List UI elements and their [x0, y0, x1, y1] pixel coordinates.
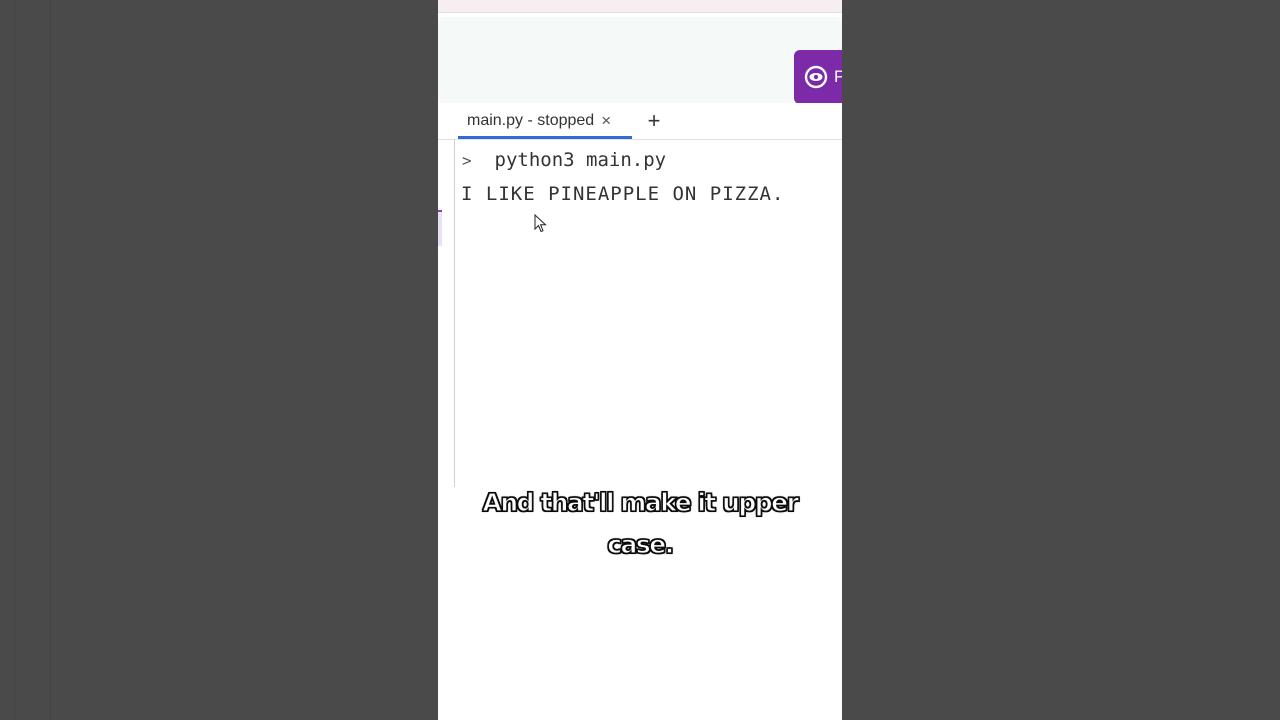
video-caption: And that'll make it upper case. — [438, 482, 842, 566]
tab-label: main.py - stopped — [467, 112, 595, 129]
console-output[interactable]: > python3 main.py I LIKE PINEAPPLE ON PI… — [438, 139, 842, 487]
add-tab-button[interactable]: + — [643, 107, 665, 135]
console-command-line: > python3 main.py — [462, 149, 666, 171]
top-strip — [438, 0, 842, 13]
caption-line-2: case. — [607, 529, 675, 559]
run-button[interactable]: P — [794, 50, 842, 104]
eye-icon — [804, 65, 828, 89]
header-bar: P — [438, 17, 842, 104]
run-button-label: P — [834, 67, 842, 86]
console-output-line: I LIKE PINEAPPLE ON PIZZA. — [461, 183, 785, 205]
caption-line-1: And that'll make it upper — [482, 487, 800, 517]
background-divider — [14, 0, 15, 720]
console-tabs: main.py - stopped × + — [438, 103, 842, 140]
video-frame: P main.py - stopped × + > python3 main.p… — [0, 0, 1280, 720]
console-command: python3 main.py — [494, 149, 667, 171]
background-divider — [50, 0, 51, 720]
mouse-cursor-icon — [534, 214, 547, 233]
close-icon[interactable]: × — [601, 111, 611, 131]
replit-panel: P main.py - stopped × + > python3 main.p… — [438, 0, 842, 720]
prompt-icon: > — [462, 151, 472, 170]
tab-main-py[interactable]: main.py - stopped × — [458, 103, 632, 139]
